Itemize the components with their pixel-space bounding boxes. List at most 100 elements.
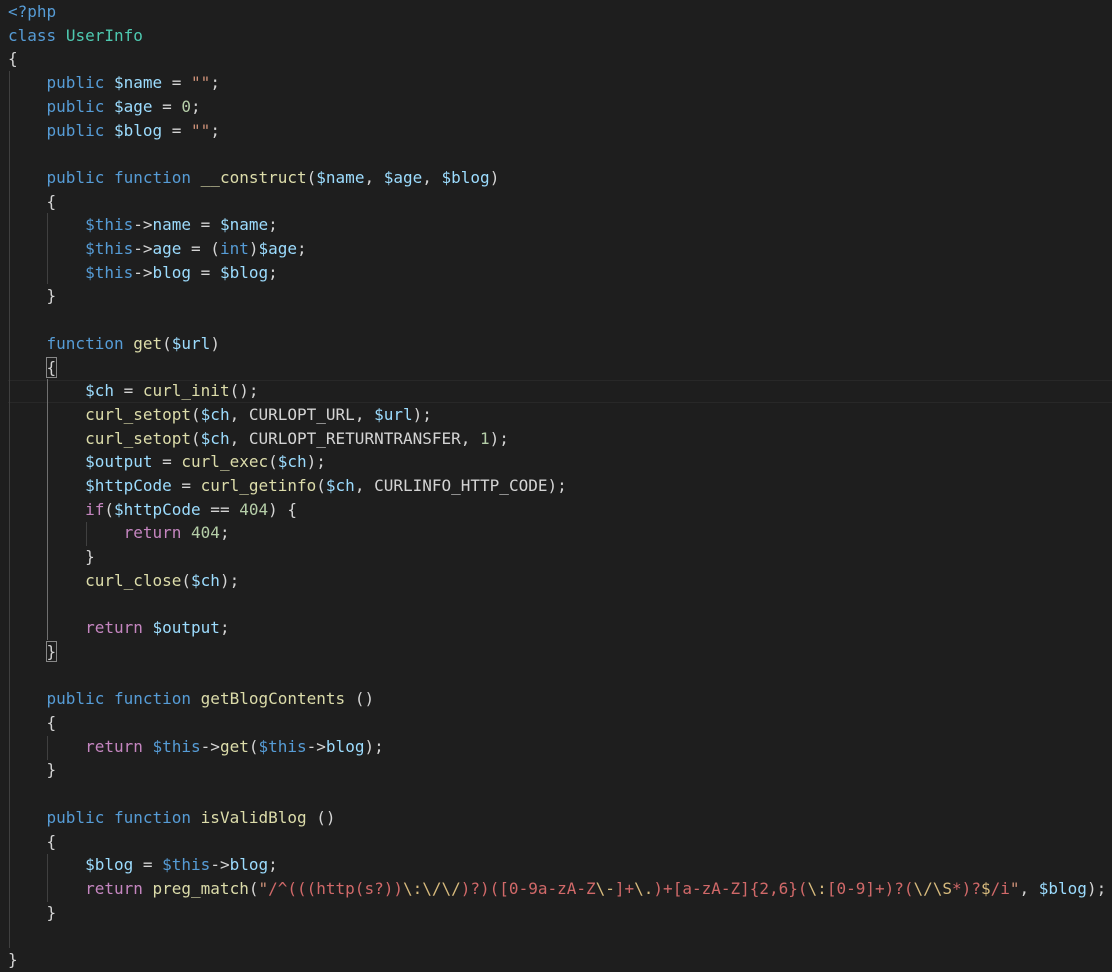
code-line[interactable]: { <box>8 47 18 71</box>
code-line[interactable]: return preg_match("/^(((http(s?))\:\/\/)… <box>8 877 1106 901</box>
code-token: ; <box>219 523 230 543</box>
code-line[interactable]: curl_close($ch); <box>8 569 239 593</box>
code-token: ( <box>162 333 172 353</box>
code-line[interactable]: } <box>8 758 57 782</box>
code-line[interactable]: curl_setopt($ch, CURLOPT_URL, $url); <box>8 403 432 427</box>
code-token: -> <box>133 239 153 258</box>
code-token: $ch <box>200 428 230 448</box>
code-line[interactable]: public $blog = ""; <box>8 119 220 143</box>
code-token: CURLINFO_HTTP_CODE <box>374 476 548 495</box>
code-token: " <box>258 878 269 898</box>
code-token: $output <box>152 618 220 638</box>
code-token: ; <box>219 618 230 638</box>
code-token: ) <box>489 167 500 187</box>
code-token: () <box>316 807 336 827</box>
code-line[interactable]: $httpCode = curl_getinfo($ch, CURLINFO_H… <box>8 474 567 498</box>
code-token: } <box>8 950 18 969</box>
code-token: ; <box>210 120 220 140</box>
code-token: curl_init <box>142 381 230 401</box>
code-token: , <box>364 167 384 187</box>
code-token: = <box>162 120 192 140</box>
code-editor[interactable]: <?php class UserInfo{ public $name = ""; … <box>0 0 1112 971</box>
code-line[interactable]: $output = curl_exec($ch); <box>8 450 326 474</box>
code-line[interactable]: $ch = curl_init(); <box>8 379 258 403</box>
code-token: [0-9]+)?( <box>826 878 914 898</box>
code-token: $ch <box>325 476 355 495</box>
code-token: ; <box>210 73 220 93</box>
code-token: ) { <box>268 499 298 519</box>
code-line[interactable]: return $this->get($this->blog); <box>8 735 384 759</box>
code-token: \/\S <box>913 878 953 898</box>
code-token: ); <box>489 428 509 448</box>
code-token: } <box>46 902 57 922</box>
code-token: = ( <box>181 239 220 258</box>
code-token: , <box>460 428 481 448</box>
code-line[interactable]: if($httpCode == 404) { <box>8 498 297 522</box>
code-line[interactable]: { <box>8 190 57 214</box>
code-line[interactable]: { <box>8 830 57 854</box>
code-line[interactable]: class UserInfo <box>8 24 143 48</box>
code-token: $this <box>152 736 201 756</box>
code-token: ( <box>268 452 278 472</box>
code-line[interactable]: $this->age = (int)$age; <box>8 237 307 261</box>
code-line[interactable]: <?php <box>8 0 56 24</box>
code-token: return <box>85 618 143 638</box>
code-line[interactable]: } <box>8 284 57 308</box>
code-line[interactable]: $this->name = $name; <box>8 213 278 237</box>
code-line[interactable]: $this->blog = $blog; <box>8 261 278 285</box>
code-token: $ch <box>191 570 220 590</box>
code-token: $blog <box>441 167 490 187</box>
code-line[interactable]: $blog = $this->blog; <box>8 853 278 877</box>
code-line[interactable]: } <box>8 640 58 664</box>
code-line[interactable]: return $output; <box>8 616 230 640</box>
code-token: -> <box>200 736 220 756</box>
code-line[interactable]: public function __construct($name, $age,… <box>8 166 500 190</box>
code-line[interactable]: public $name = ""; <box>8 71 220 95</box>
code-line[interactable]: { <box>8 711 57 735</box>
code-line[interactable]: function get($url) <box>8 332 220 356</box>
code-line[interactable]: } <box>8 948 18 972</box>
code-line[interactable]: public function isValidBlog () <box>8 806 336 830</box>
code-token: = <box>152 452 182 472</box>
code-line[interactable]: } <box>8 545 95 569</box>
code-token: $this <box>85 215 134 235</box>
code-line[interactable]: public $age = 0; <box>8 95 201 119</box>
code-line[interactable]: return 404; <box>8 521 230 545</box>
code-token: , <box>229 428 249 448</box>
code-line[interactable]: public function getBlogContents () <box>8 687 375 711</box>
code-token: public <box>46 73 105 93</box>
code-line[interactable]: { <box>8 356 58 380</box>
code-token: CURLOPT_URL <box>248 404 355 424</box>
code-token: curl_setopt <box>85 428 192 448</box>
code-line[interactable]: curl_setopt($ch, CURLOPT_RETURNTRANSFER,… <box>8 427 509 451</box>
code-token: = <box>162 73 192 93</box>
code-token: ( <box>181 570 192 590</box>
code-token: blog <box>325 736 365 756</box>
code-token: ( <box>316 476 326 495</box>
code-token: = <box>191 262 220 282</box>
code-token: "" <box>191 73 211 93</box>
code-token: return <box>85 878 143 898</box>
code-line[interactable]: } <box>8 901 57 925</box>
